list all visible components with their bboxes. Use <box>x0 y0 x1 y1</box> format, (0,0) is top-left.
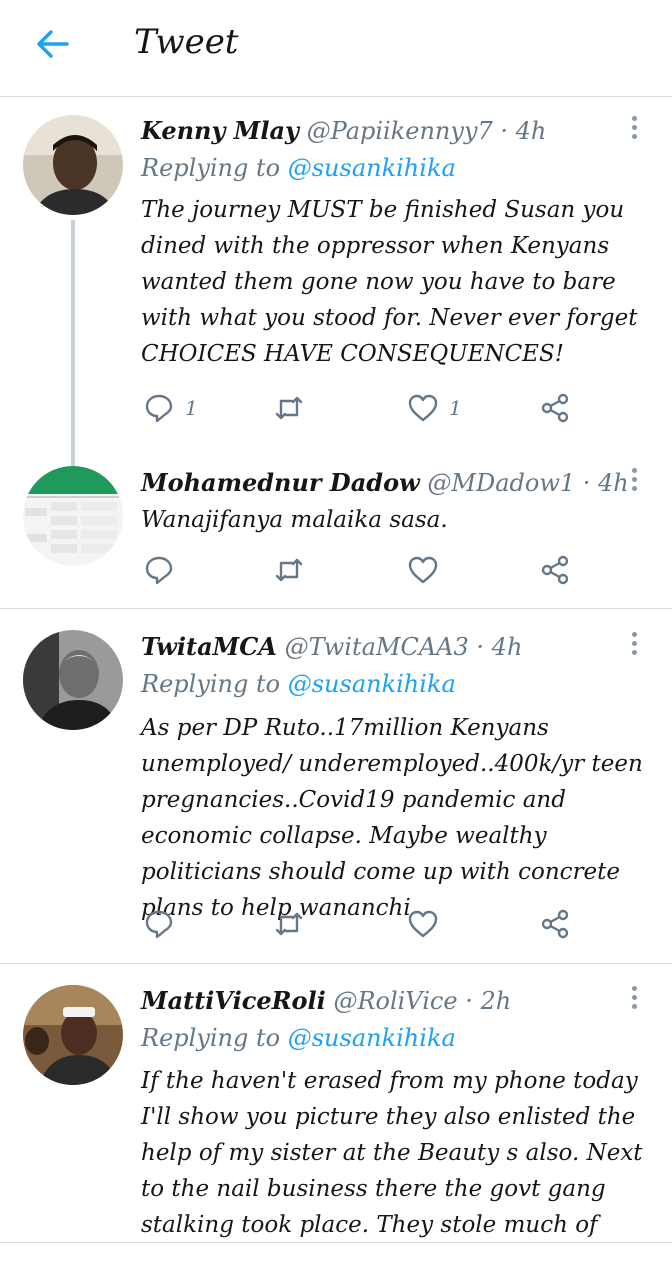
action-bar <box>141 552 641 588</box>
display-name[interactable]: MattiViceRoli <box>141 986 326 1015</box>
timestamp: · 4h <box>500 117 547 145</box>
action-bar <box>141 906 641 942</box>
reply-button[interactable]: 1 <box>143 390 198 426</box>
tweet-text: Wanajifanya malaika sasa. <box>141 507 448 533</box>
tweet-text: If the haven't erased from my phone toda… <box>141 1068 643 1238</box>
mention-link[interactable]: @susankihika <box>288 1024 456 1052</box>
replying-to: Replying to @susankihika <box>141 670 456 698</box>
replying-to: Replying to @susankihika <box>141 1024 456 1052</box>
reply-button[interactable] <box>143 906 185 942</box>
like-count: 1 <box>449 396 462 420</box>
share-icon <box>541 393 569 423</box>
user-handle[interactable]: @TwitaMCAA3 <box>285 633 469 661</box>
thread-line <box>71 220 75 460</box>
share-button[interactable] <box>539 390 571 426</box>
more-options-icon[interactable] <box>626 632 642 660</box>
timestamp: · 2h <box>465 987 512 1015</box>
tweet[interactable]: MattiViceRoli @RoliVice · 2h Replying to… <box>0 965 672 1243</box>
more-options-icon[interactable] <box>626 986 642 1014</box>
avatar[interactable] <box>23 630 123 730</box>
action-bar: 1 1 <box>141 390 641 426</box>
mention-link[interactable]: @susankihika <box>288 670 456 698</box>
like-button[interactable] <box>407 552 449 588</box>
user-handle[interactable]: @MDadow1 <box>427 469 575 497</box>
retweet-button[interactable] <box>273 390 315 426</box>
replying-to: Replying to @susankihika <box>141 154 456 182</box>
retweet-button[interactable] <box>273 552 315 588</box>
avatar[interactable] <box>23 466 123 566</box>
avatar[interactable] <box>23 115 123 215</box>
retweet-icon <box>275 396 303 420</box>
tweet-text: The journey MUST be finished Susan you d… <box>141 197 638 367</box>
reply-count: 1 <box>185 396 198 420</box>
retweet-icon <box>275 912 303 936</box>
reply-icon <box>145 556 173 585</box>
more-options-icon[interactable] <box>626 116 642 144</box>
page-title: Tweet <box>134 22 239 62</box>
share-button[interactable] <box>539 906 571 942</box>
timestamp: · 4h <box>476 633 523 661</box>
heart-icon <box>408 910 438 938</box>
reply-icon <box>145 394 173 423</box>
tweet-text: As per DP Ruto..17million Kenyans unempl… <box>141 715 643 921</box>
heart-icon <box>408 394 438 422</box>
timestamp: · 4h <box>582 469 629 497</box>
display-name[interactable]: Kenny Mlay <box>141 116 299 145</box>
back-arrow-icon[interactable] <box>34 26 70 62</box>
top-bar: Tweet <box>0 0 672 97</box>
tweet[interactable]: Kenny Mlay @Papiikennyy7 · 4h Replying t… <box>0 98 672 460</box>
avatar[interactable] <box>23 985 123 1085</box>
like-button[interactable] <box>407 906 449 942</box>
user-handle[interactable]: @RoliVice <box>333 987 457 1015</box>
mention-link[interactable]: @susankihika <box>288 154 456 182</box>
retweet-icon <box>275 558 303 582</box>
like-button[interactable]: 1 <box>407 390 462 426</box>
tweet[interactable]: TwitaMCA @TwitaMCAA3 · 4h Replying to @s… <box>0 610 672 964</box>
heart-icon <box>408 556 438 584</box>
retweet-button[interactable] <box>273 906 315 942</box>
user-handle[interactable]: @Papiikennyy7 <box>307 117 493 145</box>
share-button[interactable] <box>539 552 571 588</box>
share-icon <box>541 555 569 585</box>
display-name[interactable]: Mohamednur Dadow <box>141 468 420 497</box>
share-icon <box>541 909 569 939</box>
reply-icon <box>145 910 173 939</box>
more-options-icon[interactable] <box>626 468 642 496</box>
tweet[interactable]: Mohamednur Dadow @MDadow1 · 4h Wanajifan… <box>0 460 672 609</box>
display-name[interactable]: TwitaMCA <box>141 632 277 661</box>
reply-button[interactable] <box>143 552 185 588</box>
